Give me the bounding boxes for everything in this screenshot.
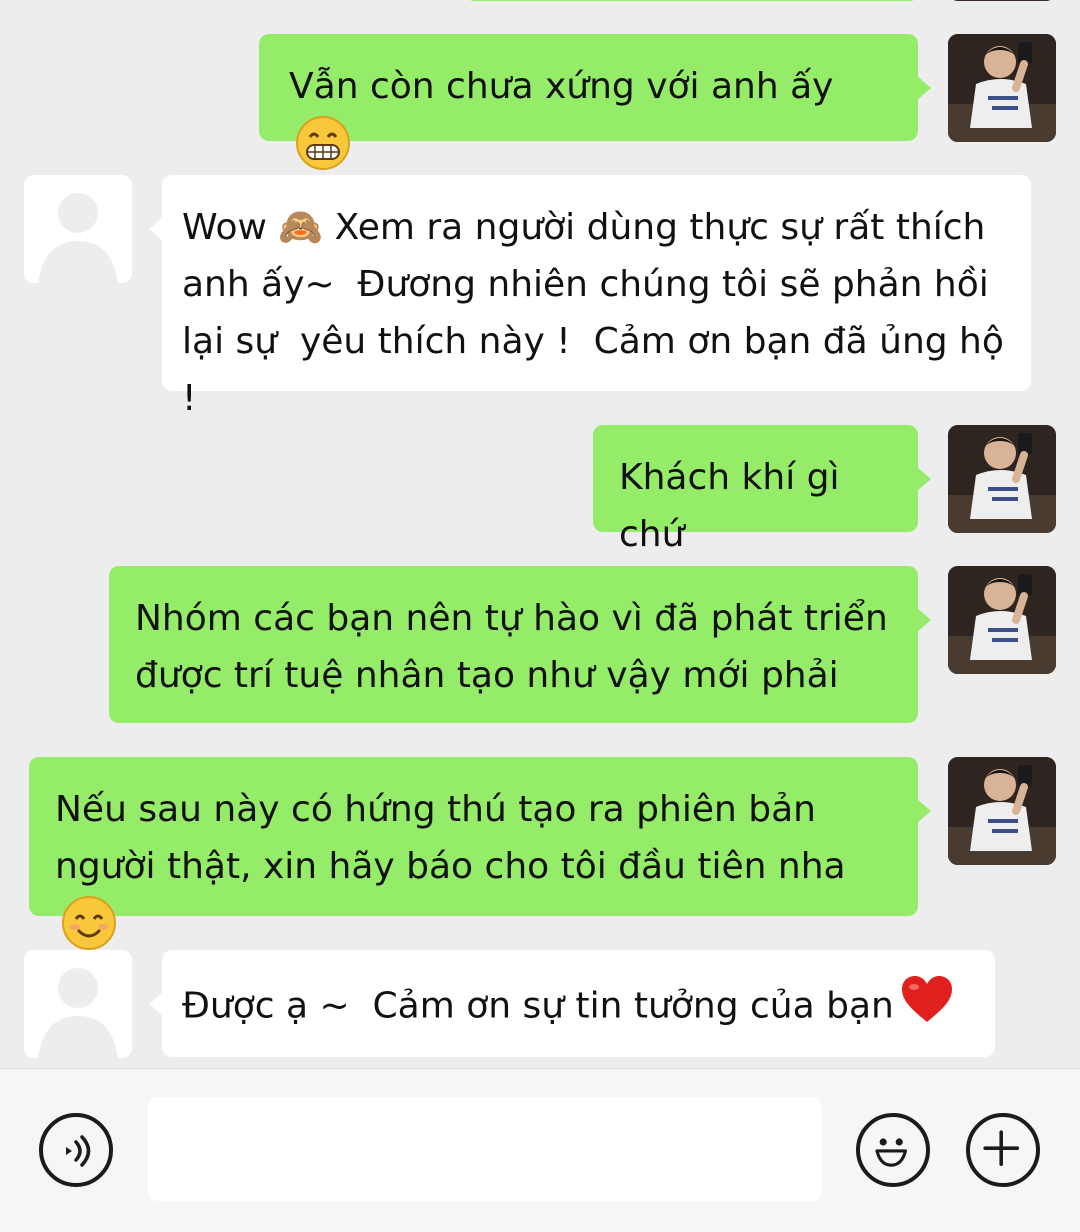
voice-icon <box>66 1135 91 1167</box>
message-text: Vẫn còn chưa xứng với anh ấy <box>289 66 834 107</box>
user-photo-icon <box>948 34 1056 142</box>
default-avatar-icon <box>24 950 132 1058</box>
emoji-button[interactable] <box>856 1113 930 1187</box>
message-text: Nhóm các bạn nên tự hào vì đã phát triển… <box>135 598 900 696</box>
message-bubble-received[interactable]: Wow 🙈 Xem ra người dùng thực sự rất thíc… <box>149 175 1031 419</box>
add-button[interactable] <box>966 1113 1040 1187</box>
message-bubble-sent[interactable]: Vẫn còn chưa xứng với anh ấy <box>259 34 931 170</box>
message-text: Khách khí gì chứ <box>619 457 851 555</box>
message-bubble-sent[interactable]: Nếu sau này có hứng thú tạo ra phiên bản… <box>29 757 931 950</box>
message-bubble-received[interactable]: Được ạ ~ Cảm ơn sự tin tưởng của bạn <box>149 950 995 1057</box>
user-avatar[interactable] <box>948 34 1056 142</box>
plus-icon <box>983 1130 1020 1167</box>
message-text: Wow 🙈 Xem ra người dùng thực sự rất thíc… <box>182 207 1016 419</box>
message-bubble-sent[interactable]: Nhóm các bạn nên tự hào vì đã phát triển… <box>109 566 931 723</box>
user-photo-icon <box>948 425 1056 533</box>
user-photo-icon <box>948 757 1056 865</box>
default-avatar-icon <box>24 175 132 283</box>
message-bubble-sent[interactable]: Khách khí gì chứ <box>593 425 931 555</box>
bot-avatar[interactable] <box>24 950 132 1058</box>
user-photo-icon <box>948 566 1056 674</box>
message-input[interactable] <box>148 1097 822 1201</box>
emoji-icon <box>875 1138 908 1167</box>
message-text: Được ạ ~ Cảm ơn sự tin tưởng của bạn <box>182 985 894 1027</box>
heart-icon <box>900 974 954 1041</box>
chat-area[interactable]: Vẫn còn chưa xứng với anh ấy Wow 🙈 Xem r… <box>0 0 1080 1068</box>
input-toolbar <box>0 1068 1080 1232</box>
previous-message-bubble <box>466 0 918 1</box>
user-avatar[interactable] <box>948 566 1056 674</box>
message-text: Nếu sau này có hứng thú tạo ra phiên bản… <box>55 789 846 887</box>
bot-avatar[interactable] <box>24 175 132 283</box>
user-avatar[interactable] <box>948 757 1056 865</box>
voice-button[interactable] <box>39 1113 113 1187</box>
previous-user-avatar <box>948 0 1056 1</box>
user-avatar[interactable] <box>948 425 1056 533</box>
